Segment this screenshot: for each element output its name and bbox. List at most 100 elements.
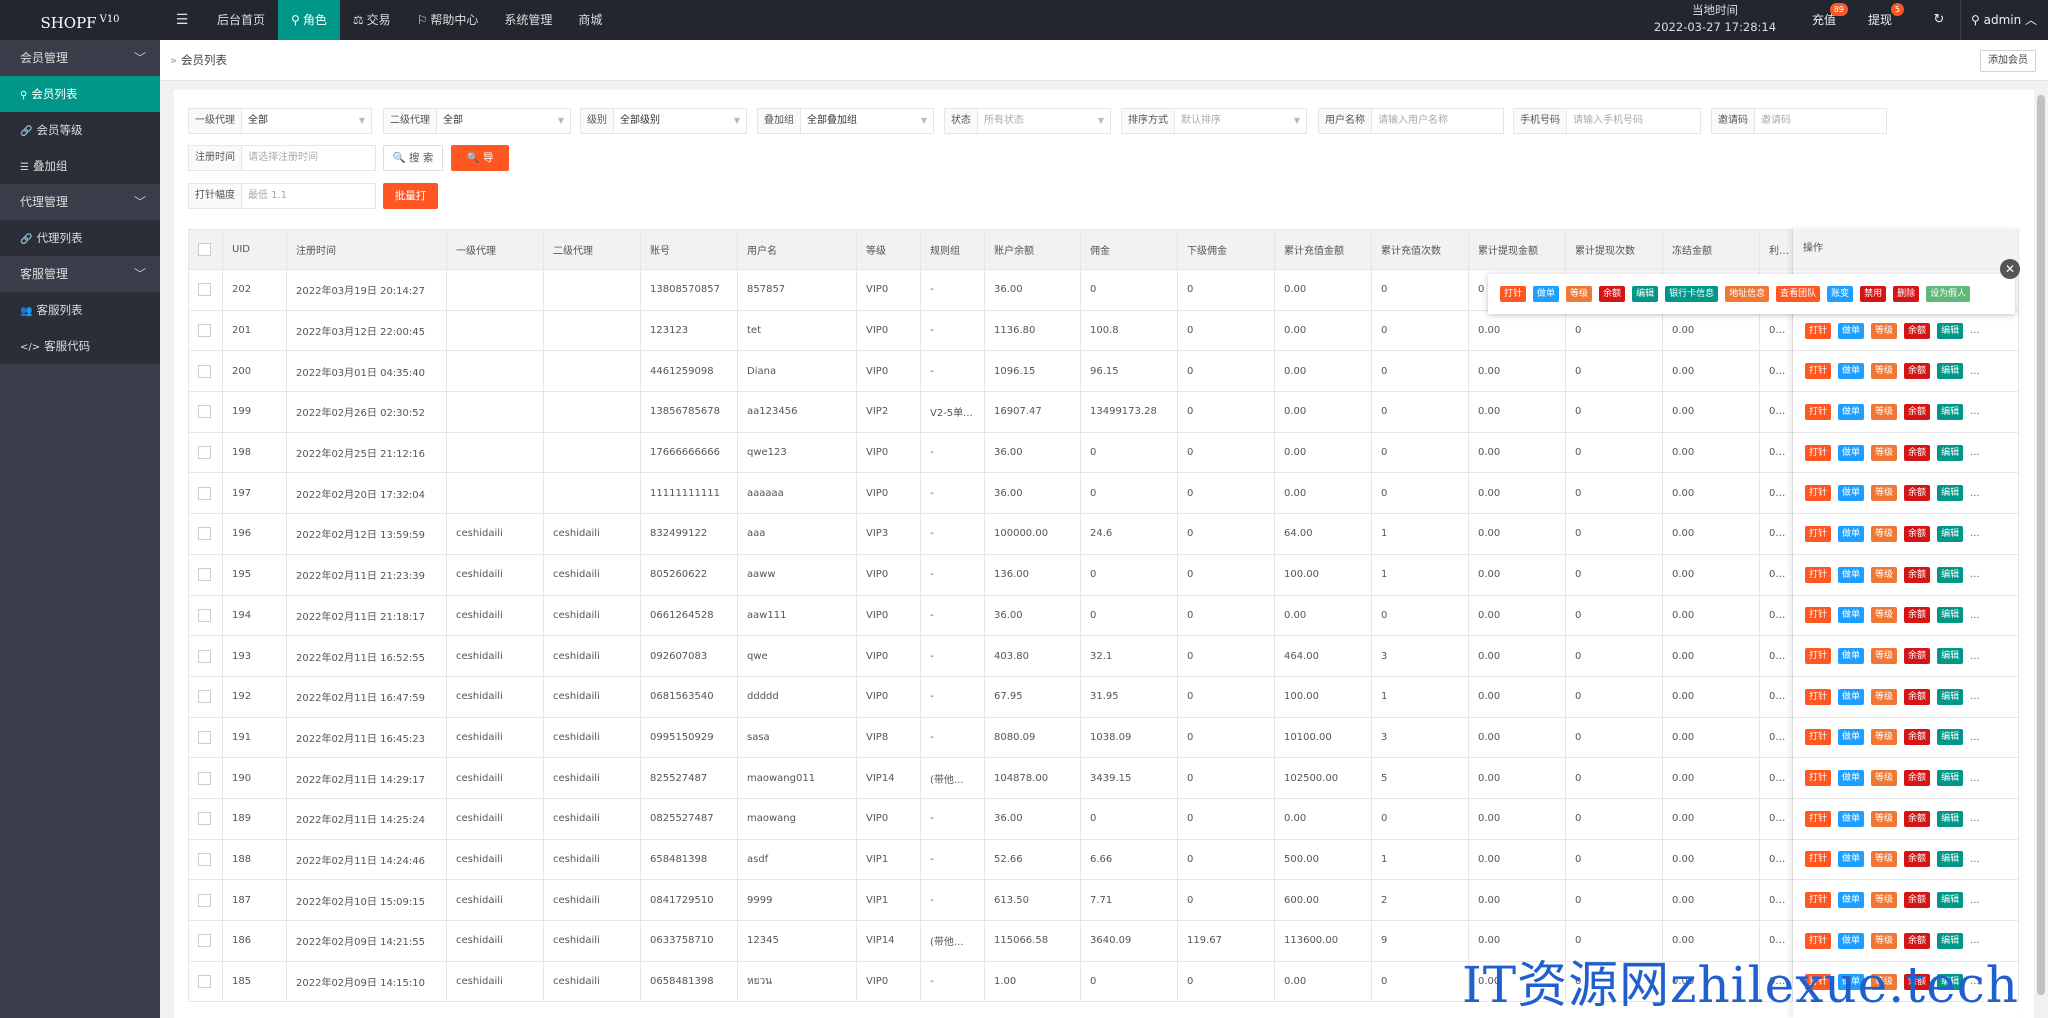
row-action-button[interactable]: 做单	[1838, 485, 1865, 502]
row-action-button[interactable]: 打针	[1805, 525, 1832, 542]
row-action-button[interactable]: 余额	[1904, 810, 1931, 827]
row-action-button[interactable]: 等级	[1871, 444, 1898, 461]
filter-phone[interactable]: 手机号码 请输入手机号码	[1513, 108, 1701, 134]
row-action-button[interactable]: 打针	[1805, 485, 1832, 502]
row-action-button[interactable]: 等级	[1871, 892, 1898, 909]
filter-status[interactable]: 状态 所有状态 ▼	[944, 108, 1111, 134]
row-action-button[interactable]: 打针	[1805, 688, 1832, 705]
sidebar-group-member[interactable]: 会员管理 ﹀	[0, 40, 160, 76]
more-actions-button[interactable]: ...	[1970, 732, 1980, 743]
row-checkbox-cell[interactable]	[188, 879, 223, 921]
row-action-button[interactable]: 做单	[1838, 729, 1865, 746]
row-checkbox[interactable]	[198, 975, 211, 989]
table-row[interactable]: 196 2022年02月12日 13:59:59 ceshidaili ceshida…	[188, 513, 2019, 555]
row-checkbox[interactable]	[198, 283, 211, 297]
row-action-button[interactable]: 打针	[1805, 770, 1832, 787]
row-action-button[interactable]: 打针	[1805, 892, 1832, 909]
row-action-button[interactable]: 打针	[1805, 607, 1832, 624]
row-action-button[interactable]: 余额	[1904, 322, 1931, 339]
table-row[interactable]: 197 2022年02月20日 17:32:04 11111111111 aaaaaa…	[188, 472, 2019, 515]
row-checkbox-cell[interactable]	[188, 350, 223, 393]
row-action-button[interactable]: 余额	[1904, 566, 1931, 583]
row-action-button[interactable]: 等级	[1871, 851, 1898, 868]
row-checkbox-cell[interactable]	[188, 431, 223, 474]
row-action-button[interactable]: 等级	[1871, 485, 1898, 502]
row-checkbox[interactable]	[198, 324, 211, 338]
add-member-button[interactable]: 添加会员	[1980, 50, 2036, 72]
row-checkbox-cell[interactable]	[188, 391, 223, 433]
row-action-button[interactable]: 余额	[1904, 444, 1931, 461]
nav-role[interactable]: ⚲ 角色	[278, 0, 340, 40]
row-action-button[interactable]: 等级	[1871, 363, 1898, 380]
popup-action-button[interactable]: 查看团队	[1776, 286, 1821, 302]
row-action-button[interactable]: 等级	[1871, 810, 1898, 827]
row-action-button[interactable]: 等级	[1871, 770, 1898, 787]
close-icon[interactable]: ✕	[2000, 259, 2020, 279]
row-checkbox-cell[interactable]	[188, 920, 223, 962]
row-action-button[interactable]: 余额	[1904, 607, 1931, 624]
row-action-button[interactable]: 等级	[1871, 648, 1898, 665]
row-action-button[interactable]: 余额	[1904, 525, 1931, 542]
row-action-button[interactable]: 编辑	[1937, 770, 1964, 787]
table-row[interactable]: 189 2022年02月11日 14:25:24 ceshidaili ceshida…	[188, 797, 2019, 840]
row-action-button[interactable]: 余额	[1904, 363, 1931, 380]
row-checkbox[interactable]	[198, 730, 211, 744]
row-checkbox-cell[interactable]	[188, 513, 223, 555]
filter-agent1[interactable]: 一级代理 全部 ▼	[188, 108, 372, 134]
table-row[interactable]: 194 2022年02月11日 21:18:17 ceshidaili ceshida…	[188, 594, 2019, 637]
row-action-button[interactable]: 余额	[1904, 485, 1931, 502]
header-checkbox-cell[interactable]	[188, 229, 223, 270]
popup-action-button[interactable]: 账变	[1827, 286, 1854, 302]
row-checkbox[interactable]	[198, 364, 211, 378]
row-action-button[interactable]: 打针	[1805, 566, 1832, 583]
row-action-button[interactable]: 做单	[1838, 566, 1865, 583]
sidebar-item-member-list[interactable]: ⚲ 会员列表	[0, 76, 160, 112]
more-actions-button[interactable]: ...	[1970, 447, 1980, 458]
more-actions-button[interactable]: ...	[1970, 854, 1980, 865]
row-action-button[interactable]: 编辑	[1937, 851, 1964, 868]
popup-action-button[interactable]: 余额	[1599, 286, 1626, 302]
user-menu[interactable]: ⚲ admin ︿	[1960, 0, 2048, 40]
row-action-button[interactable]: 做单	[1838, 525, 1865, 542]
row-checkbox[interactable]	[198, 608, 211, 622]
row-checkbox[interactable]	[198, 690, 211, 704]
filter-stack-group[interactable]: 叠加组 全部叠加组 ▼	[757, 108, 934, 134]
nav-mall[interactable]: 商城	[565, 0, 615, 40]
row-action-button[interactable]: 等级	[1871, 566, 1898, 583]
filter-level[interactable]: 级别 全部级别 ▼	[580, 108, 747, 134]
table-row[interactable]: 187 2022年02月10日 15:09:15 ceshidaili ceshida…	[188, 879, 2019, 921]
more-actions-button[interactable]: ...	[1970, 406, 1980, 417]
row-action-button[interactable]: 余额	[1904, 892, 1931, 909]
row-action-button[interactable]: 编辑	[1937, 403, 1964, 420]
row-action-button[interactable]: 余额	[1904, 770, 1931, 787]
row-action-button[interactable]: 编辑	[1937, 688, 1964, 705]
row-action-button[interactable]: 编辑	[1937, 444, 1964, 461]
row-action-button[interactable]: 做单	[1838, 688, 1865, 705]
table-row[interactable]: 190 2022年02月11日 14:29:17 ceshidaili ceshida…	[188, 757, 2019, 799]
row-checkbox-cell[interactable]	[188, 269, 223, 311]
row-action-button[interactable]: 等级	[1871, 322, 1898, 339]
row-action-button[interactable]: 等级	[1871, 525, 1898, 542]
row-checkbox-cell[interactable]	[188, 960, 223, 1003]
table-row[interactable]: 193 2022年02月11日 16:52:55 ceshidaili ceshida…	[188, 635, 2019, 677]
popup-action-button[interactable]: 打针	[1500, 286, 1527, 302]
sidebar-item-stack-group[interactable]: ☰ 叠加组	[0, 148, 160, 184]
row-action-button[interactable]: 编辑	[1937, 607, 1964, 624]
table-row[interactable]: 201 2022年03月12日 22:00:45 123123 tet VIP0-113…	[188, 309, 2019, 352]
row-checkbox-cell[interactable]	[188, 675, 223, 718]
row-action-button[interactable]: 余额	[1904, 729, 1931, 746]
row-action-button[interactable]: 打针	[1805, 363, 1832, 380]
row-action-button[interactable]: 打针	[1805, 403, 1832, 420]
table-row[interactable]: 198 2022年02月25日 21:12:16 17666666666 qwe123…	[188, 431, 2019, 474]
nav-system[interactable]: 系统管理	[491, 0, 565, 40]
row-action-button[interactable]: 编辑	[1937, 566, 1964, 583]
row-action-button[interactable]: 做单	[1838, 648, 1865, 665]
row-checkbox[interactable]	[198, 934, 211, 948]
row-action-button[interactable]: 编辑	[1937, 322, 1964, 339]
table-row[interactable]: 199 2022年02月26日 02:30:52 13856785678 aa1234…	[188, 391, 2019, 433]
row-action-button[interactable]: 打针	[1805, 810, 1832, 827]
popup-action-button[interactable]: 禁用	[1860, 286, 1887, 302]
more-actions-button[interactable]: ...	[1970, 569, 1980, 580]
row-action-button[interactable]: 做单	[1838, 322, 1865, 339]
more-actions-button[interactable]: ...	[1970, 895, 1980, 906]
